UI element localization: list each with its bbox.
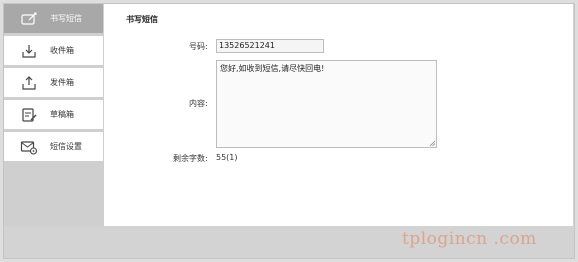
page-title: 书写短信 <box>126 15 158 24</box>
sidebar-item-compose[interactable]: 书写短信 <box>4 4 103 34</box>
remaining-chars-value: 55(1) <box>216 153 238 162</box>
number-label: 号码: <box>189 42 208 51</box>
sidebar-item-inbox[interactable]: 收件箱 <box>4 36 103 66</box>
sidebar-item-label: 发件箱 <box>50 78 74 87</box>
resize-grip-icon[interactable] <box>429 140 436 147</box>
drafts-icon <box>22 108 37 122</box>
sidebar-item-label: 书写短信 <box>50 14 82 23</box>
sidebar: 书写短信 收件箱 发件箱 草稿箱 短信设置 <box>4 4 104 226</box>
outbox-icon <box>22 76 36 90</box>
main-content: 书写短信 号码: 13526521241 内容: 您好,如收到短信,请尽快回电!… <box>104 4 573 226</box>
sidebar-item-sms-settings[interactable]: 短信设置 <box>4 132 103 162</box>
sidebar-item-label: 草稿箱 <box>50 110 74 119</box>
window-frame: 书写短信 收件箱 发件箱 草稿箱 短信设置 书写短信 号码: 135265212… <box>0 0 578 262</box>
remaining-chars-label: 剩余字数: <box>173 154 208 163</box>
sidebar-item-label: 短信设置 <box>50 142 82 151</box>
inbox-icon <box>22 45 36 58</box>
watermark: tplogincn .com <box>402 229 537 249</box>
sidebar-item-label: 收件箱 <box>50 46 74 55</box>
sms-settings-icon <box>20 141 38 155</box>
compose-icon <box>21 12 37 25</box>
sidebar-item-drafts[interactable]: 草稿箱 <box>4 100 103 130</box>
phone-number-input[interactable]: 13526521241 <box>216 39 324 53</box>
content-label: 内容: <box>189 99 208 108</box>
message-content-textarea[interactable]: 您好,如收到短信,请尽快回电! <box>216 60 437 148</box>
sidebar-item-outbox[interactable]: 发件箱 <box>4 68 103 98</box>
